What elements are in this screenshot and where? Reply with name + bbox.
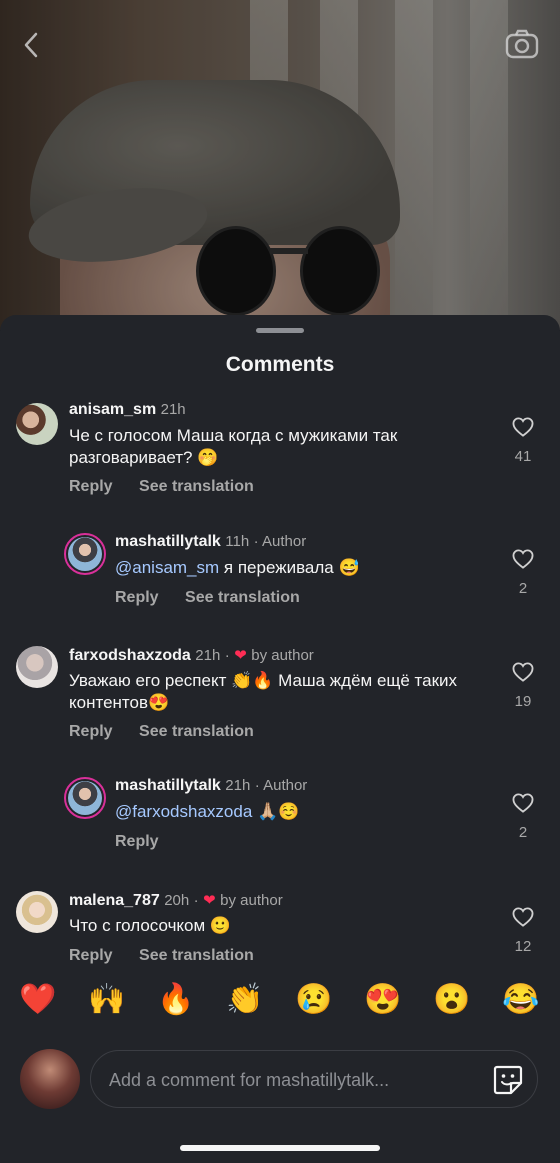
- heart-outline-icon: [512, 907, 534, 927]
- avatar[interactable]: [64, 777, 106, 819]
- meta-separator: ·: [193, 892, 199, 909]
- heart-outline-icon: [512, 662, 534, 682]
- reply-button[interactable]: Reply: [69, 478, 113, 495]
- camera-icon: [505, 29, 539, 59]
- heart-outline-icon: [512, 793, 534, 813]
- sticker-icon: [493, 1065, 523, 1095]
- comment-item: anisam_sm 21h Че с голосом Маша когда с …: [0, 395, 560, 505]
- heart-outline-icon: [512, 417, 534, 437]
- liked-by-author-label: by author: [220, 892, 283, 909]
- like-button[interactable]: 12: [503, 907, 543, 955]
- comment-item: mashatillytalk 11h · Author @anisam_sm я…: [0, 527, 560, 617]
- comment-text: Че с голосом Маша когда с мужиками так р…: [69, 426, 398, 467]
- author-liked-heart-icon: ❤: [203, 892, 216, 909]
- comment-text: @farxodshaxzoda 🙏🏼☺️: [115, 801, 495, 823]
- like-button[interactable]: 2: [503, 549, 543, 597]
- comment-body: 🙏🏼☺️: [252, 802, 300, 821]
- back-button[interactable]: [18, 30, 44, 60]
- emoji-heart-button[interactable]: ❤️: [16, 978, 60, 1022]
- comment-input[interactable]: [107, 1051, 471, 1109]
- emoji-laughing-button[interactable]: 😂: [499, 978, 543, 1022]
- current-user-avatar: [20, 1049, 80, 1109]
- comment-item: farxodshaxzoda 21h · ❤ by author Уважаю …: [0, 640, 560, 750]
- comment-item: malena_787 20h · ❤ by author Что с голос…: [0, 885, 560, 980]
- comment-username[interactable]: malena_787: [69, 892, 160, 909]
- comment-username[interactable]: mashatillytalk: [115, 533, 221, 550]
- like-button[interactable]: 41: [503, 417, 543, 465]
- chevron-left-icon: [24, 32, 38, 58]
- camera-button[interactable]: [504, 26, 540, 62]
- see-translation-button[interactable]: See translation: [139, 723, 254, 740]
- sticker-button[interactable]: [491, 1063, 525, 1097]
- heart-outline-icon: [512, 549, 534, 569]
- see-translation-button[interactable]: See translation: [139, 947, 254, 964]
- reply-button[interactable]: Reply: [115, 589, 159, 606]
- comment-text: Уважаю его респект 👏🔥 Маша ждём ещё таки…: [69, 671, 458, 712]
- comment-time: 21h: [160, 401, 186, 418]
- comment-username[interactable]: anisam_sm: [69, 401, 156, 418]
- avatar[interactable]: [64, 533, 106, 575]
- emoji-quick-bar: ❤️ 🙌 🔥 👏 😢 😍 😮 😂: [0, 978, 560, 1048]
- author-liked-heart-icon: ❤: [234, 647, 247, 664]
- like-count: 19: [514, 693, 532, 710]
- mention-link[interactable]: @farxodshaxzoda: [115, 802, 252, 821]
- avatar[interactable]: [16, 891, 58, 933]
- avatar[interactable]: [16, 646, 58, 688]
- like-count: 12: [514, 938, 532, 955]
- avatar[interactable]: [16, 403, 58, 445]
- sheet-grabber[interactable]: [256, 328, 304, 333]
- comment-composer: [90, 1050, 538, 1109]
- comment-username[interactable]: mashatillytalk: [115, 777, 221, 794]
- home-indicator[interactable]: [180, 1145, 380, 1151]
- sheet-title: Comments: [225, 353, 335, 376]
- reply-button[interactable]: Reply: [115, 833, 159, 850]
- like-count: 41: [514, 448, 532, 465]
- see-translation-button[interactable]: See translation: [139, 478, 254, 495]
- comment-text: Что с голосочком 🙂: [69, 916, 232, 935]
- comment-username[interactable]: farxodshaxzoda: [69, 647, 191, 664]
- see-translation-button[interactable]: See translation: [185, 589, 300, 606]
- author-badge: · Author: [254, 777, 308, 794]
- author-badge: · Author: [253, 533, 307, 550]
- emoji-surprised-button[interactable]: 😮: [430, 978, 474, 1022]
- reply-button[interactable]: Reply: [69, 947, 113, 964]
- comment-time: 21h: [195, 647, 221, 664]
- liked-by-author-label: by author: [251, 647, 314, 664]
- comment-text: @anisam_sm я переживала 😅: [115, 557, 495, 579]
- emoji-clap-button[interactable]: 👏: [223, 978, 267, 1022]
- comment-time: 11h: [225, 533, 250, 550]
- comment-item: mashatillytalk 21h · Author @farxodshaxz…: [0, 771, 560, 861]
- emoji-heart-eyes-button[interactable]: 😍: [361, 978, 405, 1022]
- reply-button[interactable]: Reply: [69, 723, 113, 740]
- mention-link[interactable]: @anisam_sm: [115, 558, 219, 577]
- emoji-fire-button[interactable]: 🔥: [154, 978, 198, 1022]
- like-button[interactable]: 19: [503, 662, 543, 710]
- like-count: 2: [518, 580, 528, 597]
- comment-body: я переживала 😅: [219, 558, 360, 577]
- comment-time: 20h: [164, 892, 190, 909]
- comment-time: 21h: [225, 777, 251, 794]
- post-photo-background: [0, 0, 560, 330]
- like-count: 2: [518, 824, 528, 841]
- emoji-crying-button[interactable]: 😢: [292, 978, 336, 1022]
- emoji-raising-hands-button[interactable]: 🙌: [85, 978, 129, 1022]
- like-button[interactable]: 2: [503, 793, 543, 841]
- meta-separator: ·: [224, 647, 230, 664]
